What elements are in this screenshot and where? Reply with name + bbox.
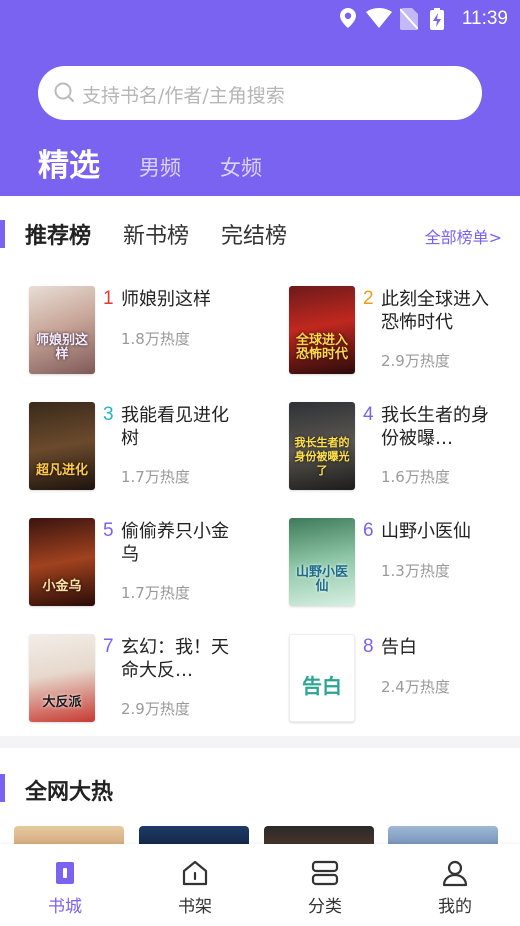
location-icon	[340, 8, 356, 28]
status-bar: 11:39	[0, 0, 520, 38]
book-city-icon	[56, 862, 74, 884]
book-heat: 2.9万热度	[121, 700, 190, 718]
tab-new-books-rank[interactable]: 新书榜	[123, 218, 189, 250]
nav-bookshelf[interactable]: 书架	[130, 844, 260, 926]
ranking-card: 推荐榜 新书榜 完结榜 全部榜单> 师娘别这样 1 师娘别这样 1.8万热度 全…	[0, 196, 520, 736]
book-title: 我长生者的身份被曝…	[381, 405, 489, 449]
section-accent-bar	[0, 220, 5, 248]
rank-number: 4	[363, 404, 374, 425]
search-placeholder: 支持书名/作者/主角搜索	[82, 85, 285, 107]
book-title: 玄幻：我！天命大反…	[121, 637, 229, 681]
book-heat: 2.4万热度	[381, 678, 450, 696]
battery-charging-icon	[430, 8, 444, 30]
clock: 11:39	[461, 8, 508, 29]
no-sim-icon	[400, 8, 418, 30]
search-bar[interactable]: 支持书名/作者/主角搜索	[38, 66, 482, 120]
tab-featured[interactable]: 精选	[38, 140, 100, 185]
book-item[interactable]: 大反派 7 玄幻：我！天命大反… 2.9万热度	[29, 634, 279, 734]
tab-male[interactable]: 男频	[139, 152, 181, 182]
book-heat: 1.8万热度	[121, 330, 190, 348]
section-accent-bar	[0, 774, 5, 802]
nav-profile[interactable]: 我的	[390, 844, 520, 926]
nav-book-city[interactable]: 书城	[0, 844, 130, 926]
book-heat: 1.3万热度	[381, 562, 450, 580]
tab-completed-rank[interactable]: 完结榜	[221, 218, 287, 250]
hot-section: 全网大热	[0, 748, 520, 856]
category-icon	[311, 860, 339, 886]
section-title: 全网大热	[25, 780, 114, 805]
tab-female[interactable]: 女频	[220, 152, 262, 182]
header: 11:39 支持书名/作者/主角搜索 精选 男频 女频	[0, 0, 520, 196]
book-item[interactable]: 师娘别这样 1 师娘别这样 1.8万热度	[29, 286, 279, 386]
book-heat: 1.6万热度	[381, 468, 450, 486]
all-rankings-link[interactable]: 全部榜单>	[425, 224, 502, 248]
book-item[interactable]: 我长生者的身份被曝光了 4 我长生者的身份被曝… 1.6万热度	[289, 402, 520, 502]
bookshelf-icon	[182, 860, 208, 886]
book-item[interactable]: 小金乌 5 偷偷养只小金乌 1.7万热度	[29, 518, 279, 618]
wifi-icon	[366, 8, 392, 28]
book-cover: 大反派	[29, 634, 95, 722]
book-cover: 小金乌	[29, 518, 95, 606]
nav-category[interactable]: 分类	[260, 844, 390, 926]
search-icon	[54, 82, 74, 102]
book-title: 此刻全球进入恐怖时代	[381, 289, 489, 333]
book-cover: 我长生者的身份被曝光了	[289, 402, 355, 490]
book-heat: 1.7万热度	[121, 584, 190, 602]
rank-number: 8	[363, 636, 374, 657]
book-item[interactable]: 全球进入恐怖时代 2 此刻全球进入恐怖时代 2.9万热度	[289, 286, 520, 386]
book-cover: 师娘别这样	[29, 286, 95, 374]
book-title: 山野小医仙	[381, 521, 471, 542]
book-title: 偷偷养只小金乌	[121, 521, 229, 565]
tab-recommended-rank[interactable]: 推荐榜	[25, 218, 91, 250]
book-title: 告白	[381, 637, 417, 658]
bottom-nav: 书城 书架 分类 我的	[0, 844, 520, 926]
book-item[interactable]: 山野小医仙 6 山野小医仙 1.3万热度	[289, 518, 520, 618]
rank-number: 2	[363, 288, 374, 309]
rank-number: 3	[103, 404, 114, 425]
book-title: 师娘别这样	[121, 289, 211, 310]
book-title: 我能看见进化树	[121, 405, 229, 449]
rank-number: 7	[103, 636, 114, 657]
book-cover: 山野小医仙	[289, 518, 355, 606]
book-item[interactable]: 超凡进化 3 我能看见进化树 1.7万热度	[29, 402, 279, 502]
rank-number: 1	[103, 288, 114, 309]
book-cover: 告白	[289, 634, 355, 722]
profile-icon	[442, 860, 468, 887]
book-heat: 2.9万热度	[381, 352, 450, 370]
book-cover: 全球进入恐怖时代	[289, 286, 355, 374]
rank-number: 5	[103, 520, 114, 541]
rank-number: 6	[363, 520, 374, 541]
book-cover: 超凡进化	[29, 402, 95, 490]
book-item[interactable]: 告白 8 告白 2.4万热度	[289, 634, 520, 734]
book-heat: 1.7万热度	[121, 468, 190, 486]
